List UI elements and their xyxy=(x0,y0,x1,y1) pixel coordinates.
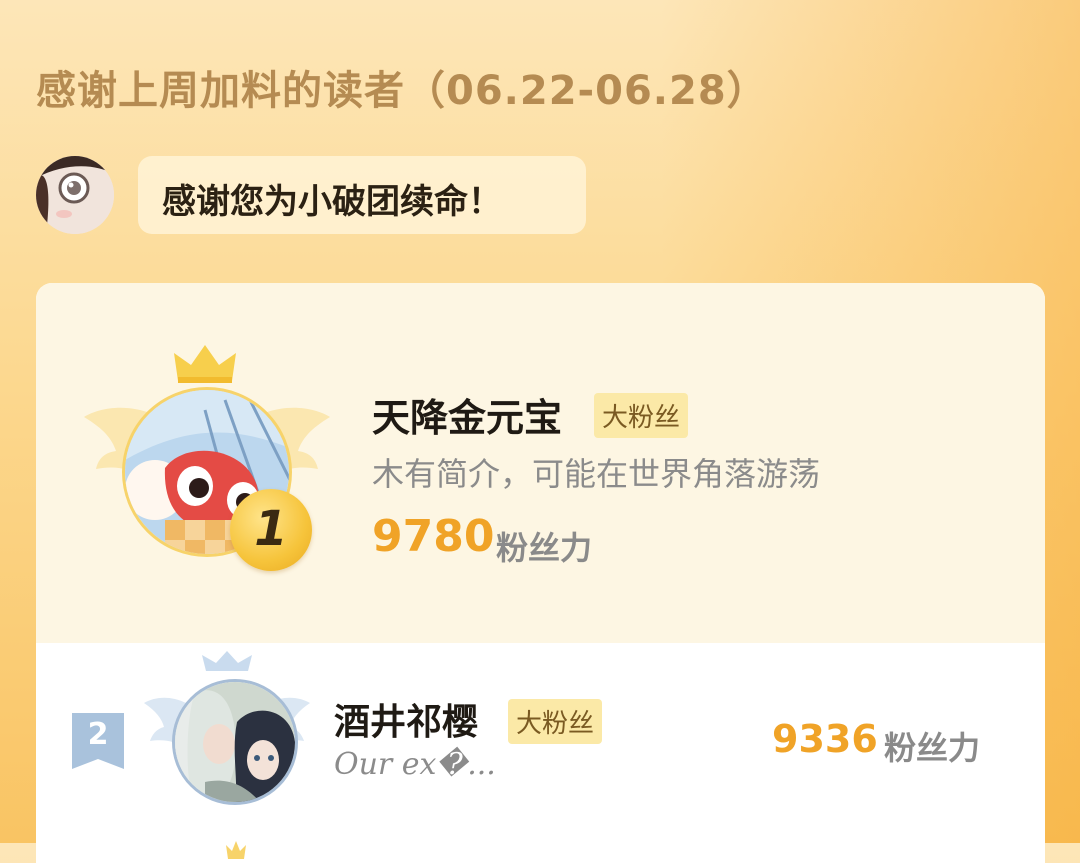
crown-icon xyxy=(174,345,236,383)
rank-1-description: 木有简介，可能在世界角落游荡 xyxy=(372,455,821,493)
crown-icon xyxy=(226,841,246,859)
rank-1-name[interactable]: 天降金元宝 xyxy=(372,387,562,442)
rank-2-name[interactable]: 酒井祁樱 xyxy=(334,693,478,745)
rank-2-number: 2 xyxy=(87,717,109,752)
rank-2-description: Our ex�... xyxy=(334,747,496,782)
rank-1-badge: 1 xyxy=(230,489,312,571)
rank-2-score-unit: 粉丝力 xyxy=(884,729,981,767)
thanks-message-text: 感谢您为小破团续命！ xyxy=(162,182,502,222)
page-title: 感谢上周加料的读者（06.22-06.28） xyxy=(36,68,768,114)
thanks-page: 感谢上周加料的读者（06.22-06.28） 感谢您为小破团续命！ 1 天降金元… xyxy=(0,0,1080,863)
rank-1-score-unit: 粉丝力 xyxy=(496,529,593,567)
rank-1-score: 9780 xyxy=(372,511,495,562)
rank-2-score: 9336 xyxy=(772,717,878,761)
rank-1-fan-tag: 大粉丝 xyxy=(594,393,689,438)
ranking-card: 1 天降金元宝 大粉丝 木有简介，可能在世界角落游荡 9780 粉丝力 2 酒井… xyxy=(36,283,1045,863)
rank-2-row[interactable]: 2 酒井祁樱 大粉丝 Our ex�... 9336 粉丝力 xyxy=(36,643,1045,863)
rank-1-number: 1 xyxy=(254,501,288,557)
rank-1-block[interactable]: 1 天降金元宝 大粉丝 木有简介，可能在世界角落游荡 9780 粉丝力 xyxy=(36,283,1045,643)
rank-2-fan-tag: 大粉丝 xyxy=(508,699,603,744)
author-avatar[interactable] xyxy=(36,156,114,234)
rank-2-avatar[interactable] xyxy=(172,679,298,805)
thanks-message-bubble: 感谢您为小破团续命！ xyxy=(138,156,586,234)
